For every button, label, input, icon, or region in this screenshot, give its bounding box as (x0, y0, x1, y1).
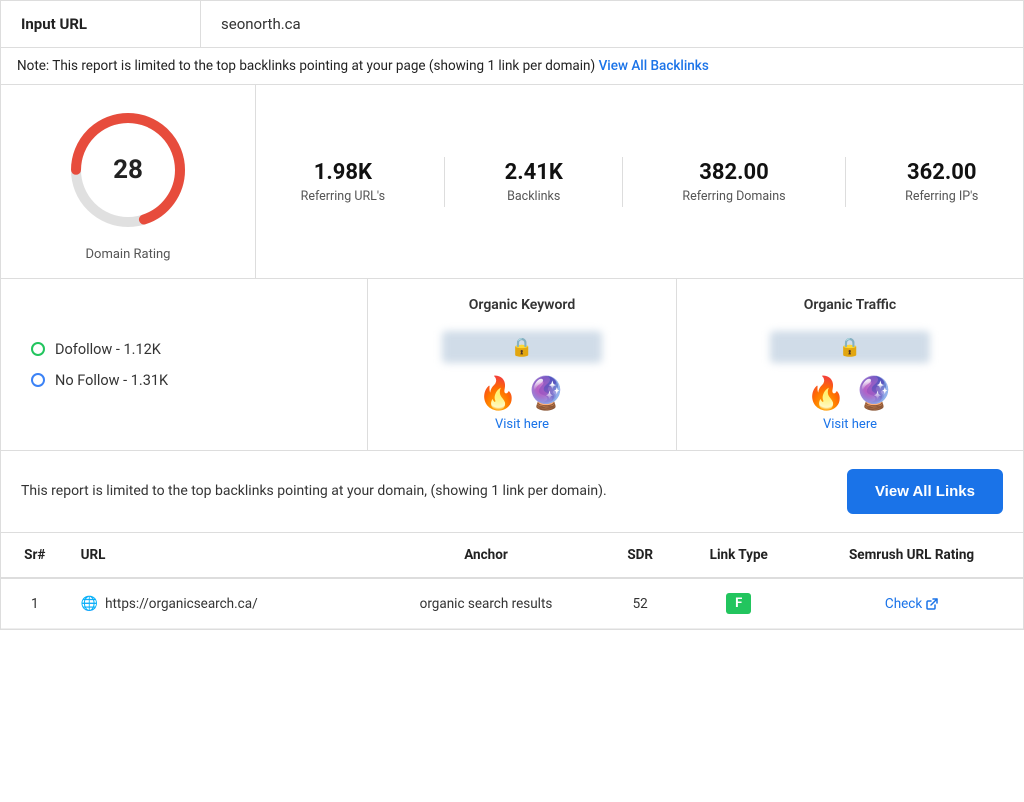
col-header-sr: Sr# (1, 533, 69, 578)
cell-sdr: 52 (603, 578, 677, 629)
organic-keyword-lock-icon: 🔒 (511, 337, 533, 358)
gauge-chart: 28 (63, 105, 193, 235)
domain-rating-label: Domain Rating (86, 247, 171, 262)
semrush-check-link[interactable]: Check (885, 596, 938, 612)
url-cell: 🌐 https://organicsearch.ca/ (81, 596, 357, 612)
metric-value-1: 2.41K (505, 160, 563, 185)
metric-value-2: 382.00 (682, 160, 785, 185)
col-header-anchor: Anchor (369, 533, 603, 578)
view-all-links-button[interactable]: View All Links (847, 469, 1003, 514)
backlinks-table: Sr# URL Anchor SDR Link Type Semrush URL… (1, 533, 1023, 629)
col-header-sdr: SDR (603, 533, 677, 578)
url-link[interactable]: https://organicsearch.ca/ (105, 596, 258, 612)
nofollow-label: No Follow - 1.31K (55, 372, 168, 389)
input-url-row: Input URL seonorth.ca (1, 1, 1023, 48)
col-header-url: URL (69, 533, 369, 578)
divider-1 (444, 157, 445, 207)
dofollow-box: Dofollow - 1.12K No Follow - 1.31K (1, 279, 367, 450)
link-type-badge: F (726, 593, 751, 614)
nofollow-item: No Follow - 1.31K (31, 372, 337, 389)
organic-traffic-flame: 🔥 🔮 (806, 377, 894, 409)
note-text: Note: This report is limited to the top … (17, 58, 595, 74)
middle-section: Dofollow - 1.12K No Follow - 1.31K Organ… (1, 279, 1023, 451)
table-section: Sr# URL Anchor SDR Link Type Semrush URL… (1, 533, 1023, 629)
view-all-backlinks-link[interactable]: View All Backlinks (599, 58, 709, 74)
input-url-label: Input URL (1, 1, 201, 47)
dofollow-dot (31, 342, 45, 356)
cell-anchor: organic search results (369, 578, 603, 629)
organic-traffic-lock-icon: 🔒 (839, 337, 861, 358)
domain-rating-value: 28 (113, 155, 143, 185)
metric-backlinks: 2.41K Backlinks (495, 160, 573, 204)
organic-keyword-flame: 🔥 🔮 (478, 377, 566, 409)
organic-traffic-visit-link[interactable]: Visit here (823, 417, 877, 432)
metric-label-1: Backlinks (505, 189, 563, 204)
cell-semrush: Check (800, 578, 1023, 629)
dofollow-item: Dofollow - 1.12K (31, 341, 337, 358)
metric-label-2: Referring Domains (682, 189, 785, 204)
metric-value-0: 1.98K (301, 160, 385, 185)
metric-value-3: 362.00 (905, 160, 978, 185)
view-all-row: This report is limited to the top backli… (1, 451, 1023, 533)
metric-label-0: Referring URL's (301, 189, 385, 204)
table-header-row: Sr# URL Anchor SDR Link Type Semrush URL… (1, 533, 1023, 578)
organic-keyword-visit-link[interactable]: Visit here (495, 417, 549, 432)
metric-referring-ips: 362.00 Referring IP's (895, 160, 988, 204)
cell-link-type: F (677, 578, 800, 629)
metric-referring-urls: 1.98K Referring URL's (291, 160, 395, 204)
cell-url: 🌐 https://organicsearch.ca/ (69, 578, 369, 629)
metric-label-3: Referring IP's (905, 189, 978, 204)
page-wrapper: Input URL seonorth.ca Note: This report … (0, 0, 1024, 630)
note-row: Note: This report is limited to the top … (1, 48, 1023, 85)
cell-sr: 1 (1, 578, 69, 629)
input-url-value: seonorth.ca (201, 1, 321, 47)
dofollow-label: Dofollow - 1.12K (55, 341, 161, 358)
nofollow-dot (31, 373, 45, 387)
view-all-description: This report is limited to the top backli… (21, 481, 607, 502)
stats-section: 28 Domain Rating 1.98K Referring URL's 2… (1, 85, 1023, 279)
metric-referring-domains: 382.00 Referring Domains (672, 160, 795, 204)
table-row: 1 🌐 https://organicsearch.ca/ organic se… (1, 578, 1023, 629)
globe-icon: 🌐 (81, 596, 98, 612)
divider-2 (622, 157, 623, 207)
col-header-link-type: Link Type (677, 533, 800, 578)
metrics-box: 1.98K Referring URL's 2.41K Backlinks 38… (256, 85, 1023, 278)
col-header-semrush: Semrush URL Rating (800, 533, 1023, 578)
organic-traffic-title: Organic Traffic (804, 297, 896, 313)
organic-traffic-box: Organic Traffic 🔒 🔥 🔮 Visit here (677, 279, 1023, 450)
divider-3 (845, 157, 846, 207)
organic-keyword-title: Organic Keyword (469, 297, 575, 313)
organic-keyword-box: Organic Keyword 🔒 🔥 🔮 Visit here (367, 279, 677, 450)
domain-rating-box: 28 Domain Rating (1, 85, 256, 278)
